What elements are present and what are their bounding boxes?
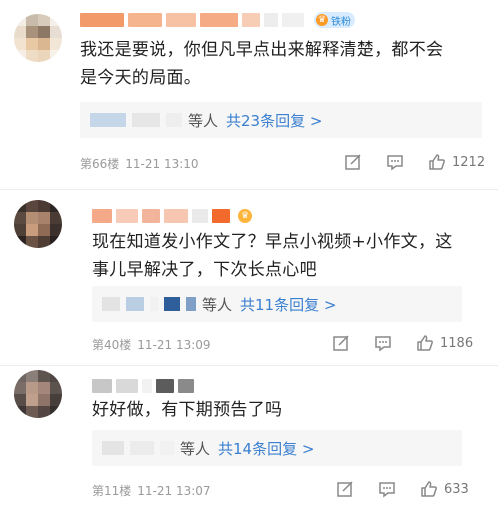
reply-preview[interactable]: 等人 共23条回复 > (80, 102, 482, 138)
avatar[interactable] (14, 200, 62, 248)
comment-meta: 第66楼 11-21 13:10 (80, 155, 205, 172)
reply-count-link[interactable]: 共23条回复 > (226, 110, 322, 131)
comment-icon[interactable] (386, 153, 404, 171)
reply-preview[interactable]: 等人 共14条回复 > (92, 430, 462, 466)
like-count: 633 (444, 481, 469, 497)
reply-count-link[interactable]: 共11条回复 > (240, 294, 336, 315)
reply-users-label: 等人 (188, 111, 219, 130)
comment-meta: 第40楼 11-21 13:09 (92, 336, 217, 353)
comment-text: 现在知道发小作文了？早点小视频+小作文，这 事儿早解决了，下次长点心吧 (92, 232, 453, 280)
comment-icon[interactable] (378, 480, 396, 498)
comment-item: 好好做，有下期预告了吗 等人 共14条回复 > 第11楼 11-21 13:07… (0, 368, 498, 512)
comment-item: ♛ 铁粉 我还是要说，你但凡早点出来解释清楚，都不会 是今天的局面。 等人 共2… (0, 0, 498, 186)
comment-icon[interactable] (374, 334, 392, 352)
crown-icon: ♛ (316, 14, 328, 26)
like-count: 1212 (452, 154, 486, 170)
comment-text: 好好做，有下期预告了吗 (92, 400, 283, 420)
floor-number: 第66楼 (80, 157, 120, 171)
floor-number: 第11楼 (92, 484, 132, 498)
timestamp: 11-21 13:07 (137, 483, 211, 498)
divider (0, 189, 498, 190)
comment-item: ♛ 现在知道发小作文了？早点小视频+小作文，这 事儿早解决了，下次长点心吧 等人… (0, 192, 498, 362)
share-icon[interactable] (336, 480, 354, 498)
reply-users-label: 等人 (180, 439, 211, 458)
crown-icon: ♛ (238, 209, 252, 223)
comment-text: 我还是要说，你但凡早点出来解释清楚，都不会 是今天的局面。 (80, 40, 444, 88)
comment-meta: 第11楼 11-21 13:07 (92, 482, 217, 499)
timestamp: 11-21 13:09 (137, 337, 211, 352)
timestamp: 11-21 13:10 (125, 156, 199, 171)
divider (0, 365, 498, 366)
reply-users-label: 等人 (202, 295, 233, 314)
floor-number: 第40楼 (92, 338, 132, 352)
share-icon[interactable] (332, 334, 350, 352)
username[interactable]: ♛ (92, 206, 252, 226)
comment-actions: 633 (336, 480, 469, 498)
thumbs-up-icon[interactable] (416, 334, 434, 352)
reply-count-link[interactable]: 共14条回复 > (218, 438, 314, 459)
fan-badge: ♛ 铁粉 (314, 12, 355, 28)
comment-actions: 1186 (332, 334, 473, 352)
share-icon[interactable] (344, 153, 362, 171)
username[interactable]: ♛ 铁粉 (80, 10, 355, 30)
avatar[interactable] (14, 14, 62, 62)
like-count: 1186 (440, 335, 474, 351)
thumbs-up-icon[interactable] (420, 480, 438, 498)
thumbs-up-icon[interactable] (428, 153, 446, 171)
avatar[interactable] (14, 370, 62, 418)
username[interactable] (92, 376, 198, 396)
comment-actions: 1212 (344, 153, 485, 171)
reply-preview[interactable]: 等人 共11条回复 > (92, 286, 462, 322)
